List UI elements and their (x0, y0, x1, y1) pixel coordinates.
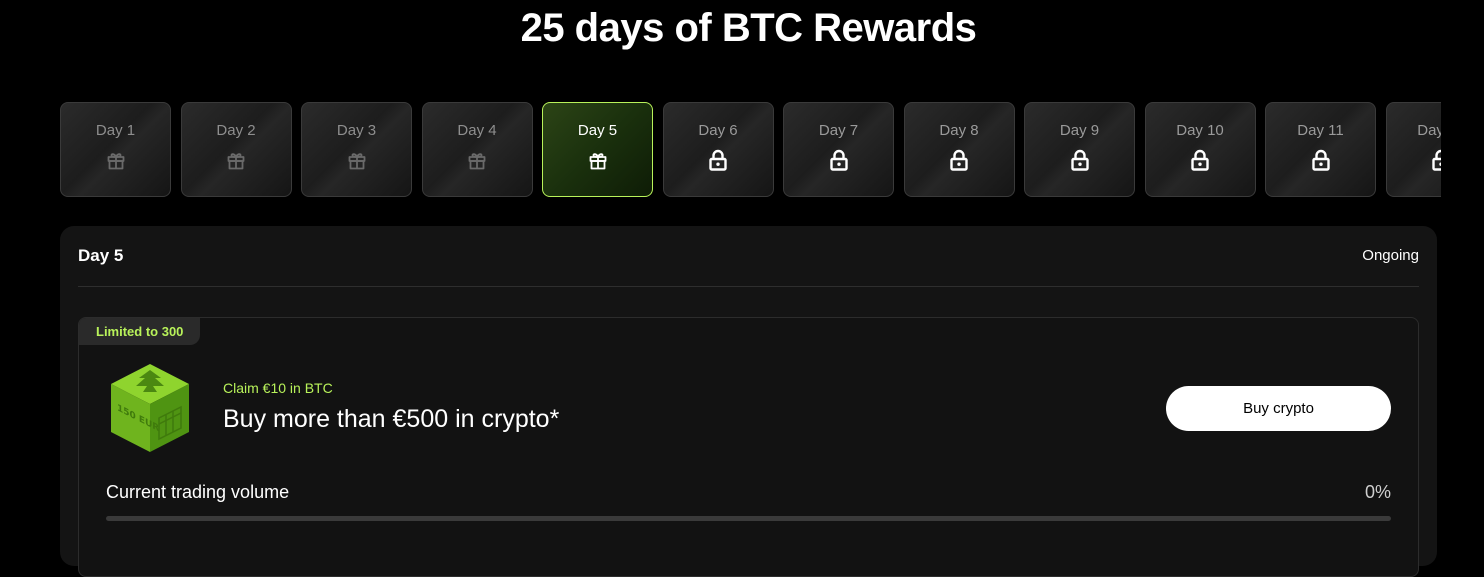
day-card-1[interactable]: Day 1 (60, 102, 171, 197)
trading-volume-label: Current trading volume (106, 482, 290, 502)
limit-badge: Limited to 300 (79, 318, 201, 345)
day-label: Day 7 (818, 122, 859, 139)
day-card-3[interactable]: Day 3 (301, 102, 412, 197)
lock-icon (708, 148, 728, 172)
page-title: 25 days of BTC Rewards (520, 6, 977, 50)
day-card-8[interactable]: Day 8 (903, 102, 1015, 197)
task-title: Buy more than €500 in crypto* (223, 405, 560, 433)
day-label: Day 3 (336, 122, 377, 139)
lock-icon (1070, 148, 1090, 172)
lock-icon (1311, 148, 1331, 172)
day-card-10[interactable]: Day 10 (1144, 102, 1256, 197)
day-label: Day 5 (577, 122, 618, 139)
lock-icon (829, 148, 849, 172)
claim-label: Claim €10 in BTC (223, 380, 333, 396)
day-label: Day 1 (95, 122, 136, 139)
day-label: Day 6 (698, 122, 738, 139)
day-selector: Day 1 Day 2 Day 3 Day 4 Day 5 Day 6 Day 7 Day 8… (60, 102, 1441, 200)
day-card-6[interactable]: Day 6 (662, 102, 774, 197)
day-card-9[interactable]: Day 9 (1024, 102, 1135, 197)
day-label: Day 4 (457, 122, 497, 139)
gift-icon (588, 148, 608, 172)
panel-header: Day 5 Ongoing (78, 244, 1419, 287)
trading-volume-percent: 0% (1364, 482, 1391, 502)
lock-icon (949, 148, 969, 172)
task-card: Limited to 300 150 EUR Claim €10 in BTC … (78, 317, 1419, 577)
buy-crypto-button[interactable]: Buy crypto (1166, 386, 1391, 431)
day-list: Day 1 Day 2 Day 3 Day 4 Day 5 Day 6 Day 7 Day 8… (60, 102, 1441, 197)
reward-cube-image: 150 EUR (111, 364, 189, 452)
gift-icon (467, 148, 487, 172)
gift-icon (347, 148, 367, 172)
status-label: Ongoing (1362, 247, 1419, 264)
day-label: Day 11 (1297, 122, 1344, 139)
lock-icon (1431, 148, 1441, 172)
day-card-7[interactable]: Day 7 (783, 102, 894, 197)
gift-icon (106, 148, 126, 172)
day-card-2[interactable]: Day 2 (180, 102, 292, 197)
day-card-5[interactable]: Day 5 (542, 102, 653, 197)
day-label: Day 9 (1059, 122, 1100, 139)
day-label: Day 12 (1417, 122, 1441, 139)
day-label: Day 2 (216, 122, 256, 139)
lock-icon (1190, 148, 1210, 172)
panel-title: Day 5 (78, 246, 124, 265)
day-card-12[interactable]: Day 12 (1385, 102, 1441, 197)
gift-icon (226, 148, 246, 172)
day-card-11[interactable]: Day 11 (1265, 102, 1376, 197)
day-card-4[interactable]: Day 4 (421, 102, 533, 197)
trading-volume-progress-bar (106, 516, 1391, 521)
day-label: Day 10 (1176, 122, 1224, 139)
day-label: Day 8 (939, 122, 979, 139)
day-detail-panel: Day 5 Ongoing Limited to 300 150 EUR Cla… (60, 226, 1437, 577)
